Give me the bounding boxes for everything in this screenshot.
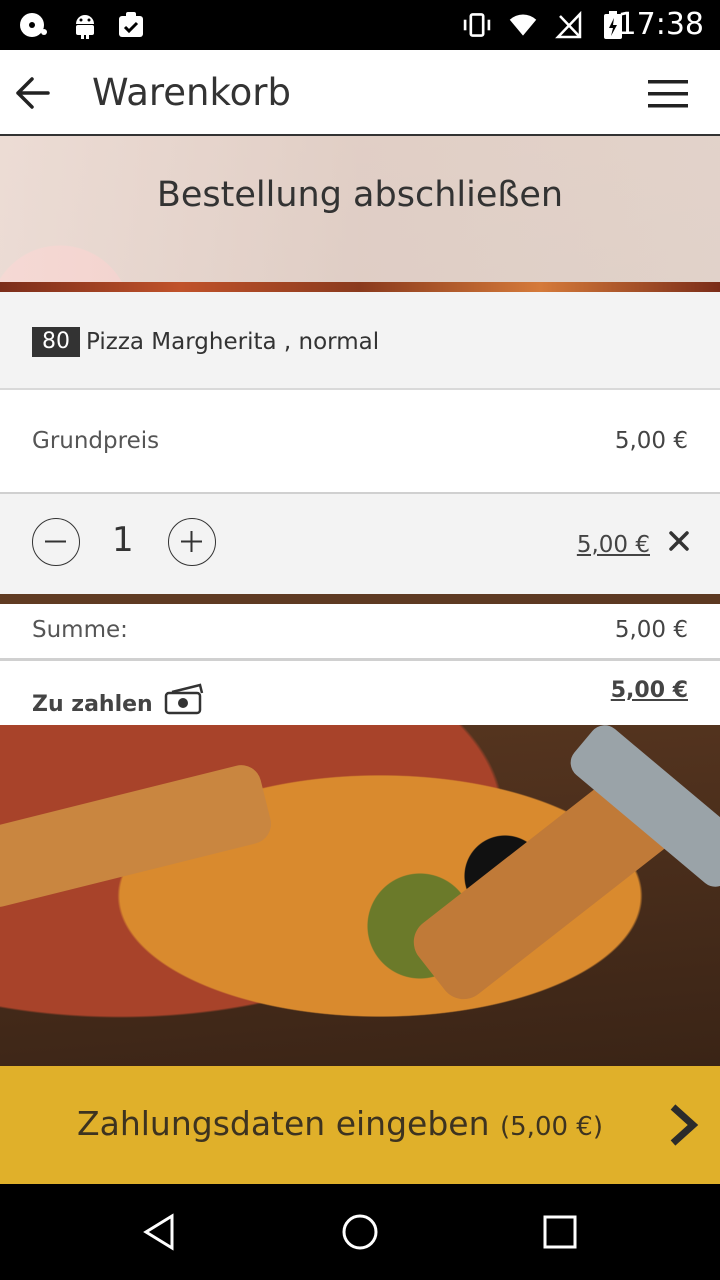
android-icon	[76, 15, 94, 39]
amount-due-text: Zu zahlen	[32, 692, 153, 717]
hamburger-menu-icon[interactable]	[640, 72, 696, 116]
minus-icon	[45, 540, 66, 543]
amount-due-label: Zu zahlen	[32, 683, 206, 717]
plus-icon	[181, 531, 202, 552]
no-signal-icon	[555, 10, 582, 39]
remove-item-icon[interactable]	[666, 528, 692, 554]
enter-payment-button[interactable]: Zahlungsdaten eingeben (5,00 €)	[0, 1066, 720, 1184]
hero-title: Bestellung abschließen	[156, 175, 564, 215]
quantity-value: 1	[112, 520, 134, 560]
app-bar: Warenkorb	[0, 50, 720, 136]
base-price-row: Grundpreis 5,00 €	[0, 390, 720, 494]
music-icon	[20, 13, 47, 37]
increase-quantity-button[interactable]	[168, 518, 216, 566]
system-navigation-bar	[0, 1184, 720, 1280]
item-name: Pizza Margherita , normal	[86, 329, 380, 355]
sum-row: Summe: 5,00 €	[0, 604, 720, 661]
nav-home-icon[interactable]	[340, 1212, 380, 1252]
amount-due-value: 5,00 €	[610, 678, 688, 703]
status-time: 17:38	[617, 7, 704, 42]
nav-back-icon[interactable]	[140, 1212, 180, 1252]
cta-label: Zahlungsdaten eingeben (5,00 €)	[0, 1100, 680, 1151]
cash-icon	[165, 683, 204, 715]
amount-due-row: Zu zahlen 5,00 €	[0, 661, 720, 725]
line-total-link[interactable]: 5,00 €	[577, 532, 650, 558]
quantity-row: 1 5,00 €	[0, 494, 720, 594]
back-arrow-icon[interactable]	[10, 66, 56, 120]
sum-label: Summe:	[32, 617, 128, 643]
vibrate-icon	[463, 13, 491, 37]
clipboard-check-icon	[119, 12, 143, 37]
nav-recents-icon[interactable]	[540, 1212, 580, 1252]
hero-strip	[0, 282, 720, 292]
item-number-badge: 80	[32, 327, 80, 357]
base-price-value: 5,00 €	[614, 428, 688, 454]
cta-amount: (5,00 €)	[500, 1112, 603, 1142]
status-bar: 17:38	[0, 0, 720, 50]
sum-value: 5,00 €	[614, 617, 688, 643]
decrease-quantity-button[interactable]	[32, 518, 80, 566]
chevron-right-icon	[670, 1104, 699, 1146]
cta-text: Zahlungsdaten eingeben	[77, 1104, 490, 1143]
cart-item-row: 80 Pizza Margherita , normal	[0, 292, 720, 390]
wifi-icon	[509, 14, 537, 36]
page-title: Warenkorb	[92, 71, 291, 114]
base-price-label: Grundpreis	[32, 428, 160, 454]
